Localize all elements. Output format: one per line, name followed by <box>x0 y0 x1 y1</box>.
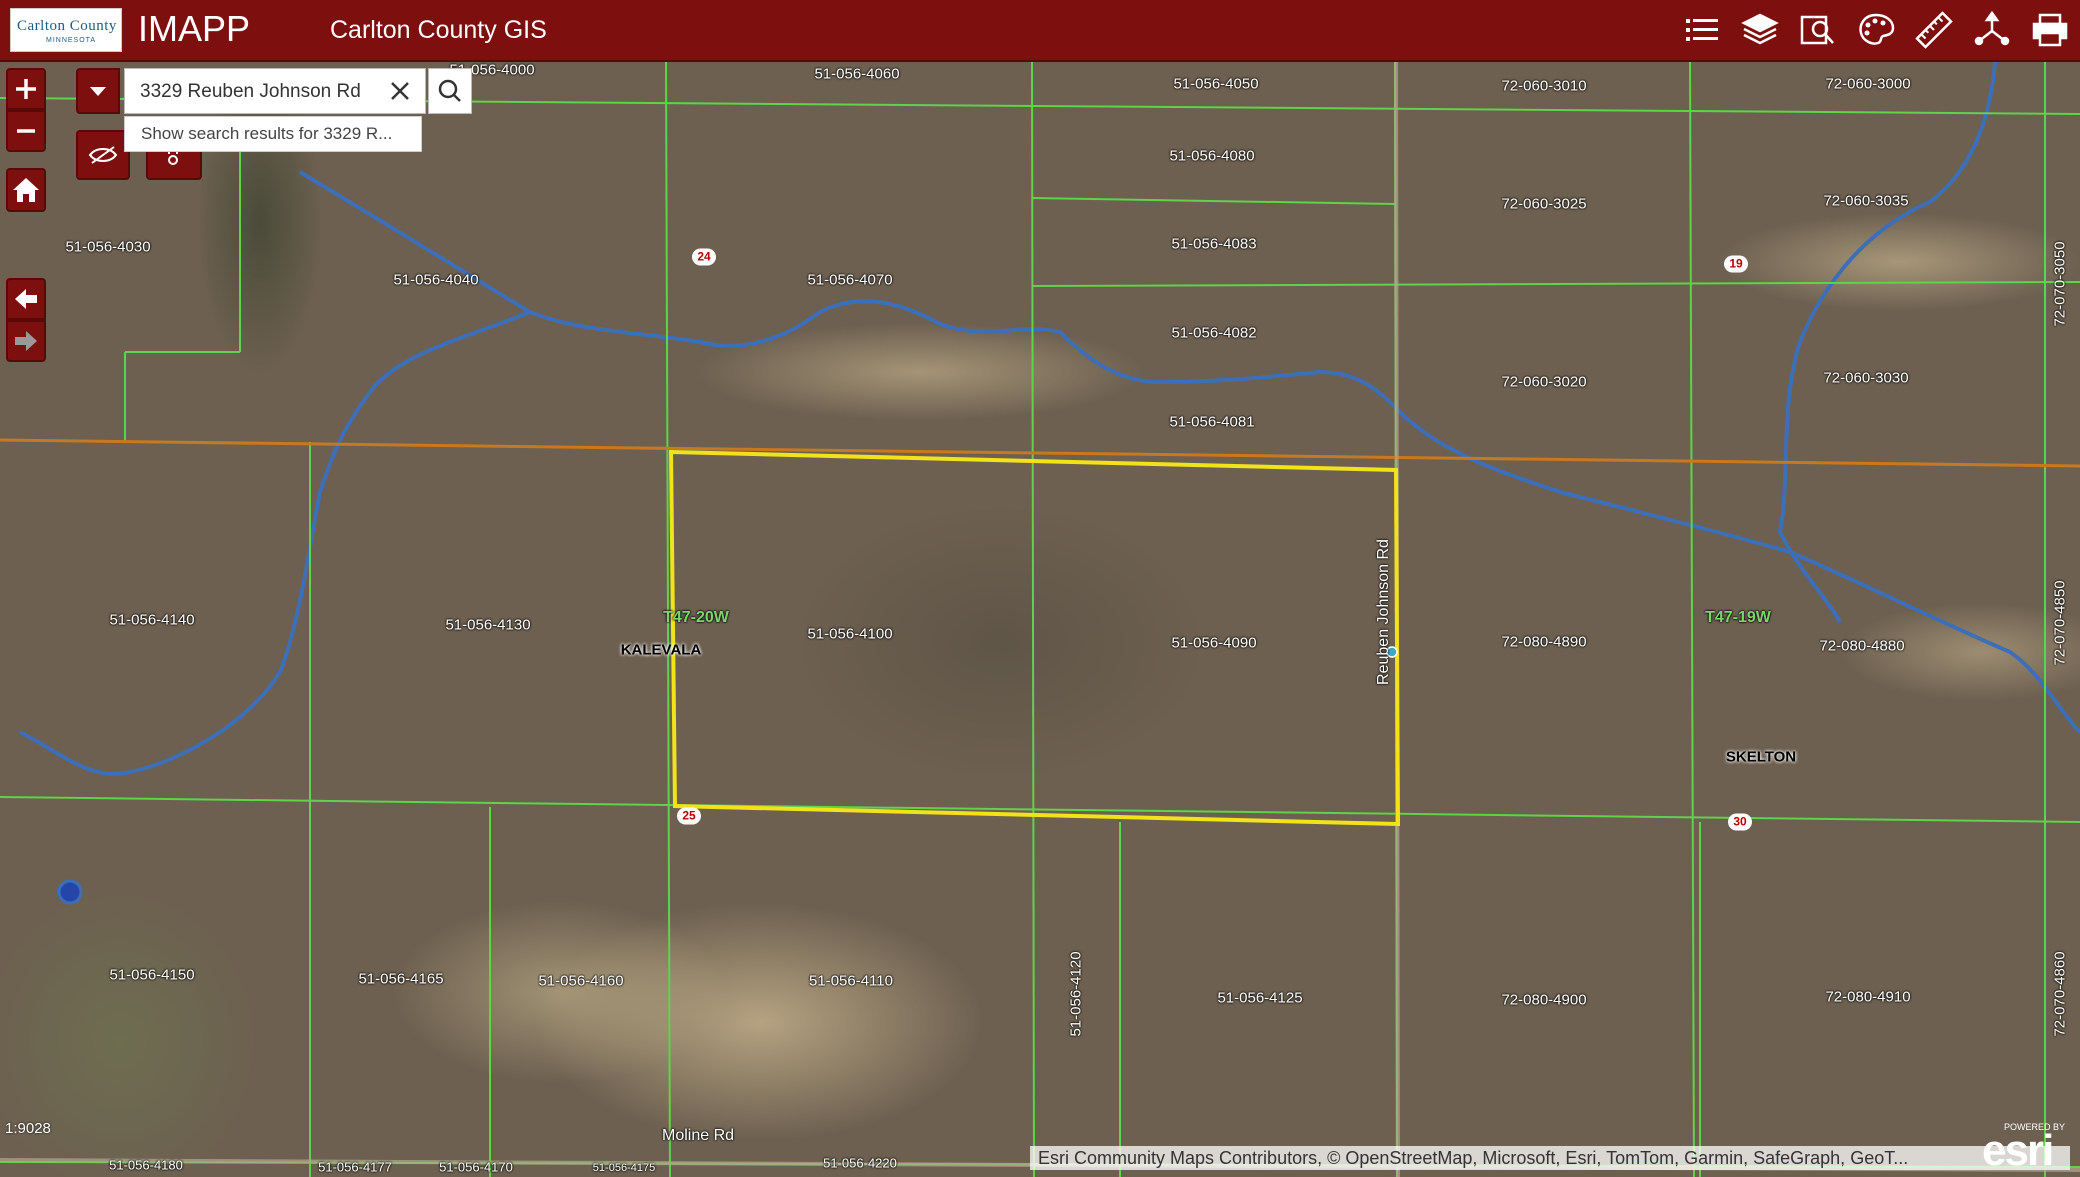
parcel-label[interactable]: 72-060-3030 <box>1823 370 1908 387</box>
parcel-label[interactable]: 51-056-4082 <box>1171 325 1256 342</box>
app-title: IMAPP <box>138 8 251 49</box>
map-attribution[interactable]: Esri Community Maps Contributors, © Open… <box>1030 1146 2070 1170</box>
app-header: Carlton County MINNESOTA IMAPP Carlton C… <box>0 0 2080 62</box>
logo-subtext: MINNESOTA <box>46 37 97 44</box>
parcel-label[interactable]: 72-080-4890 <box>1501 634 1586 651</box>
place-label: KALEVALA <box>620 641 702 659</box>
map-view[interactable]: 51-056-4000 51-056-4060 51-056-4050 72-0… <box>0 62 2080 1177</box>
search-icon <box>438 79 461 102</box>
parcel-label[interactable]: 51-056-4220 <box>823 1156 897 1171</box>
selected-parcel[interactable] <box>668 449 1401 827</box>
parcel-label[interactable]: 72-070-4860 <box>2052 951 2069 1036</box>
scale-label: 1:9028 <box>5 1120 51 1137</box>
water-layer <box>19 62 2080 776</box>
parcel-label[interactable]: 51-056-4081 <box>1169 414 1254 431</box>
arrow-right-icon <box>15 331 37 351</box>
esri-wordmark: esri <box>1982 1126 2054 1175</box>
county-logo[interactable]: Carlton County MINNESOTA <box>10 8 122 52</box>
parcel-label[interactable]: 51-056-4160 <box>538 973 623 990</box>
arrow-left-icon <box>15 289 37 309</box>
close-icon <box>391 82 409 100</box>
ruler-icon[interactable] <box>1912 9 1956 51</box>
parcel-label[interactable]: 72-080-4910 <box>1825 989 1910 1006</box>
parcel-label[interactable]: 72-060-3025 <box>1501 196 1586 213</box>
palette-icon[interactable] <box>1854 9 1898 51</box>
road-shield: 25 <box>677 807 701 825</box>
parcel-label[interactable]: 51-056-4110 <box>809 973 893 990</box>
print-icon[interactable] <box>2028 9 2072 51</box>
parcel-label[interactable]: 72-060-3010 <box>1501 78 1586 95</box>
search-suggestion[interactable]: Show search results for 3329 R... <box>124 116 422 152</box>
township-label: T47-20W <box>663 609 729 626</box>
parcel-label[interactable]: 51-056-4150 <box>109 967 194 984</box>
layers-icon[interactable] <box>1738 9 1782 51</box>
parcel-label[interactable]: 72-060-3000 <box>1825 76 1910 93</box>
parcel-label[interactable]: 51-056-4170 <box>439 1160 513 1175</box>
parcel-label[interactable]: 51-056-4083 <box>1171 236 1256 253</box>
pond <box>57 879 83 905</box>
parcel-label[interactable]: 51-056-4080 <box>1169 148 1254 165</box>
parcel-label[interactable]: 51-056-4180 <box>109 1158 183 1173</box>
previous-extent-button[interactable] <box>6 278 46 320</box>
parcel-label[interactable]: 72-080-4900 <box>1501 992 1586 1009</box>
next-extent-button[interactable] <box>6 320 46 362</box>
parcel-label[interactable]: 51-056-4175 <box>593 1162 655 1174</box>
parcel-label[interactable]: 51-056-4140 <box>109 612 194 629</box>
search-parcel-icon[interactable] <box>1796 9 1840 51</box>
search-input[interactable] <box>125 69 392 115</box>
parcel-label[interactable]: 51-056-4060 <box>814 66 899 83</box>
share-icon[interactable] <box>1970 9 2014 51</box>
parcel-label[interactable]: 51-056-4030 <box>65 239 150 256</box>
parcel-label[interactable]: 72-070-4850 <box>2052 580 2069 665</box>
zoom-in-button[interactable] <box>6 68 46 110</box>
parcel-label[interactable]: 72-070-3050 <box>2052 241 2069 326</box>
parcel-label[interactable]: 51-056-4090 <box>1171 635 1256 652</box>
parcel-label[interactable]: 51-056-4070 <box>807 272 892 289</box>
parcel-label[interactable]: 72-060-3020 <box>1501 374 1586 391</box>
parcel-label[interactable]: 51-056-4165 <box>358 971 443 988</box>
parcel-label[interactable]: 51-056-4100 <box>807 626 892 643</box>
list-icon[interactable] <box>1680 9 1724 51</box>
plus-icon <box>16 79 36 99</box>
road-shield: 30 <box>1728 813 1752 831</box>
home-button[interactable] <box>6 168 46 212</box>
parcel-label[interactable]: 51-056-4177 <box>318 1160 392 1175</box>
site-title: Carlton County GIS <box>330 16 547 44</box>
search-box <box>124 68 426 115</box>
parcel-label[interactable]: 51-056-4040 <box>393 272 478 289</box>
road-shield: 19 <box>1724 255 1748 273</box>
parcel-label[interactable]: 51-056-4050 <box>1173 76 1258 93</box>
eye-off-icon <box>88 146 118 164</box>
logo-text: Carlton County <box>17 18 117 34</box>
road-shield: 24 <box>692 248 716 266</box>
zoom-out-button[interactable] <box>6 110 46 152</box>
parcel-label[interactable]: 51-056-4125 <box>1217 990 1302 1007</box>
parcel-label[interactable]: 72-060-3035 <box>1823 193 1908 210</box>
home-icon <box>13 178 39 202</box>
place-label: SKELTON <box>1725 748 1797 766</box>
visibility-tool-button[interactable] <box>76 130 130 180</box>
chevron-down-icon <box>90 87 106 96</box>
minus-icon <box>17 129 35 133</box>
road-label: Reuben Johnson Rd <box>1375 539 1392 685</box>
clear-search-button[interactable] <box>387 77 413 105</box>
parcel-label[interactable]: 51-056-4120 <box>1068 951 1085 1036</box>
parcel-label[interactable]: 72-080-4880 <box>1819 638 1904 655</box>
parcel-label[interactable]: 51-056-4130 <box>445 617 530 634</box>
search-button[interactable] <box>428 68 472 114</box>
search-source-dropdown[interactable] <box>76 68 120 114</box>
township-label: T47-19W <box>1705 609 1771 626</box>
road-label: Moline Rd <box>661 1127 735 1144</box>
